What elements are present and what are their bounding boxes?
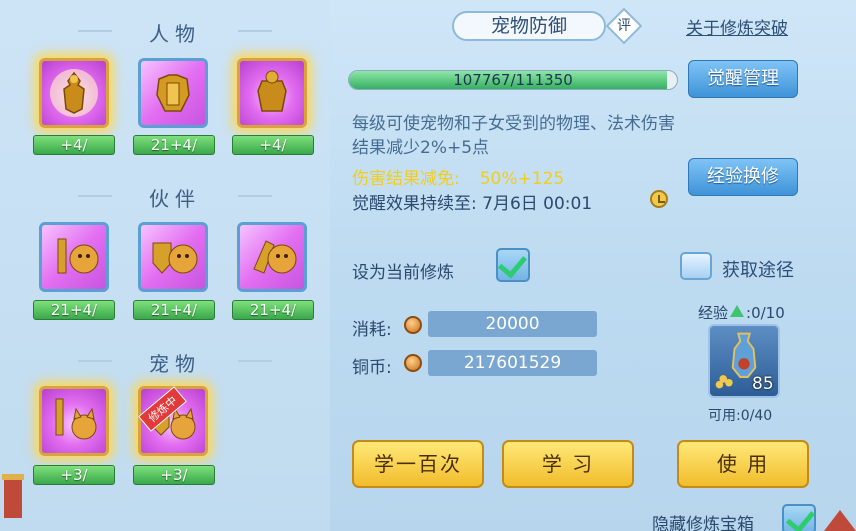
character-slot-1-level: +4/ — [33, 135, 115, 155]
lantern-decoration — [2, 474, 24, 518]
arrow-up-icon — [730, 305, 745, 317]
reduction-value: 50%+125 — [479, 169, 565, 189]
pet-slot-1[interactable] — [39, 386, 109, 456]
page-title: 宠物防御 — [452, 11, 606, 41]
section-title-pet: 宠物 — [78, 348, 272, 377]
reduction-line: 伤害结果减免: 50%+125 — [352, 164, 564, 189]
sword-and-cat-icon — [55, 398, 97, 440]
character-slot-2[interactable] — [138, 58, 208, 128]
shield-and-tiger-icon — [152, 242, 198, 274]
section-title-partner: 伙伴 — [78, 183, 272, 212]
learn-hundred-button[interactable]: 学一百次 — [352, 440, 484, 488]
golden-guardian-icon — [257, 70, 287, 112]
exp-progress-text: 107767/111350 — [453, 71, 573, 89]
golden-armor-icon — [156, 74, 190, 112]
usable-count: 可用:0/40 — [708, 408, 773, 424]
character-slot-3[interactable] — [237, 58, 307, 128]
golden-warrior-icon — [50, 69, 98, 117]
hide-box-checkbox[interactable] — [782, 503, 816, 531]
learn-button[interactable]: 学 习 — [502, 440, 634, 488]
partner-slot-2-level: 21+4/ — [133, 300, 215, 320]
checkmark-icon — [497, 248, 528, 279]
partner-slot-1[interactable] — [39, 222, 109, 292]
pet-slot-1-level: +3/ — [33, 465, 115, 485]
hide-box-label: 隐藏修炼宝箱 — [652, 515, 754, 531]
partner-slot-1-level: 21+4/ — [33, 300, 115, 320]
pet-slot-2-level: +3/ — [133, 465, 215, 485]
partner-slot-3-level: 21+4/ — [232, 300, 314, 320]
character-slot-3-level: +4/ — [232, 135, 314, 155]
coin-icon — [404, 316, 422, 334]
exp-value: :0/10 — [746, 304, 785, 322]
skill-description: 每级可使宠物和子女受到的物理、法术伤害结果减少2%+5点 — [352, 114, 675, 158]
character-slot-2-level: 21+4/ — [133, 135, 215, 155]
exp-progress-bar: 107767/111350 — [348, 70, 678, 90]
reduction-label: 伤害结果减免: — [352, 169, 460, 189]
item-count: 85 — [752, 374, 774, 394]
pet-slot-2[interactable]: 修炼中 — [138, 386, 208, 456]
character-slot-1[interactable] — [39, 58, 109, 128]
cultivation-window: 人物 +4/ 21+4/ +4/ 伙伴 21+4/ 21+4/ 21+4/ 宠物… — [0, 0, 856, 531]
section-title-character: 人物 — [78, 18, 272, 47]
copper-label: 铜币: — [352, 358, 392, 378]
exp-label: 经验 — [698, 304, 729, 322]
gauntlet-and-tiger-icon — [253, 240, 297, 274]
acquire-link[interactable]: 获取途径 — [722, 256, 794, 282]
copper-value: 217601529 — [428, 350, 597, 376]
about-breakthrough-link[interactable]: 关于修炼突破 — [686, 14, 788, 39]
coin-icon — [404, 354, 422, 372]
corner-decoration — [824, 510, 856, 531]
partner-slot-3[interactable] — [237, 222, 307, 292]
checkmark-icon — [785, 503, 816, 531]
use-button[interactable]: 使 用 — [677, 440, 809, 488]
cost-value: 20000 — [428, 311, 597, 337]
exp-counter: 经验 :0/10 — [698, 302, 785, 323]
awaken-expiry: 觉醒效果持续至: 7月6日 00:01 — [352, 194, 593, 214]
book-icon[interactable] — [680, 252, 712, 280]
partner-slot-2[interactable] — [138, 222, 208, 292]
set-current-checkbox[interactable] — [496, 248, 530, 282]
cost-label: 消耗: — [352, 320, 392, 340]
rate-label[interactable]: 评 — [611, 13, 637, 39]
exp-exchange-button[interactable]: 经验换修 — [688, 158, 798, 196]
awaken-manage-button[interactable]: 觉醒管理 — [688, 60, 798, 98]
clock-icon — [650, 190, 668, 208]
sword-and-tiger-icon — [57, 238, 99, 274]
set-current-label: 设为当前修炼 — [352, 263, 454, 283]
